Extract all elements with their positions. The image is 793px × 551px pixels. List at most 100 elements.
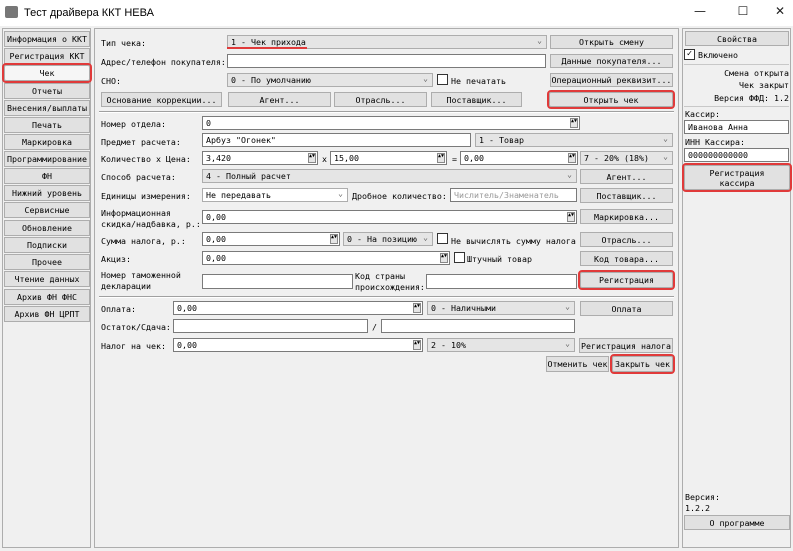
close-receipt-button[interactable]: Закрыть чек: [610, 354, 675, 374]
product-code-button[interactable]: Код товара...: [580, 251, 673, 266]
maximize-button[interactable]: ☐: [728, 4, 758, 22]
sidebar-item[interactable]: Обновление: [4, 220, 90, 236]
method-select[interactable]: 4 - Полный расчет ⌄: [202, 169, 577, 183]
country-label-2: происхождения:: [355, 282, 425, 292]
sidebar-item[interactable]: Отчеты: [4, 83, 90, 99]
payment-button[interactable]: Оплата: [580, 301, 673, 316]
sidebar-item[interactable]: ФН: [4, 168, 90, 184]
payment-label: Оплата:: [101, 304, 136, 314]
payment-input[interactable]: 0,00 ▲▼: [173, 301, 423, 315]
register-item-button[interactable]: Регистрация: [578, 270, 675, 290]
sum-input[interactable]: 0,00 ▲▼: [460, 151, 578, 165]
receipt-tax-label: Налог на чек:: [101, 341, 166, 351]
payment-type-select[interactable]: 0 - Наличными ⌄: [427, 301, 575, 315]
sidebar-item[interactable]: Архив ФН ЦРПТ: [4, 306, 90, 322]
receipt-type-label: Тип чека:: [101, 38, 146, 48]
spinner-icon[interactable]: ▲▼: [570, 118, 578, 128]
spinner-icon[interactable]: ▲▼: [567, 212, 575, 222]
quantity-value: 3,420: [206, 153, 231, 163]
tax-mode-select[interactable]: 0 - На позицию ⌄: [343, 232, 433, 246]
industry-button[interactable]: Отрасль...: [334, 92, 427, 107]
no-calc-tax-label: Не вычислять сумму налога: [451, 236, 576, 246]
quantity-input[interactable]: 3,420 ▲▼: [202, 151, 318, 165]
close-button[interactable]: ✕: [765, 4, 793, 22]
piece-checkbox[interactable]: [454, 252, 465, 263]
sno-select[interactable]: 0 - По умолчанию ⌄: [227, 73, 433, 87]
sidebar-item[interactable]: Печать: [4, 117, 90, 133]
sidebar-item[interactable]: Программирование: [4, 151, 90, 167]
sidebar-item[interactable]: Маркировка: [4, 134, 90, 150]
inn-input[interactable]: 000000000000: [684, 148, 789, 162]
sidebar-item[interactable]: Регистрация ККТ: [4, 48, 90, 64]
sidebar-item[interactable]: Прочее: [4, 254, 90, 270]
cancel-receipt-button[interactable]: Отменить чек: [546, 356, 609, 372]
sidebar-item[interactable]: Сервисные: [4, 202, 90, 218]
register-tax-button[interactable]: Регистрация налога: [579, 338, 673, 353]
price-value: 15,00: [334, 153, 359, 163]
no-calc-tax-checkbox[interactable]: [437, 233, 448, 244]
item-supplier-button[interactable]: Поставщик...: [580, 188, 673, 203]
discount-input[interactable]: 0,00 ▲▼: [202, 210, 577, 224]
sidebar-item[interactable]: Чек: [2, 63, 92, 83]
about-button[interactable]: О программе: [684, 515, 790, 530]
op-attribute-button[interactable]: Операционный реквизит...: [550, 73, 673, 87]
receipt-tax-input[interactable]: 0,00 ▲▼: [173, 338, 423, 352]
excise-input[interactable]: 0,00 ▲▼: [202, 251, 450, 265]
spinner-icon[interactable]: ▲▼: [308, 153, 316, 163]
properties-button[interactable]: Свойства: [685, 31, 789, 46]
country-input[interactable]: [426, 274, 577, 289]
spinner-icon[interactable]: ▲▼: [440, 253, 448, 263]
agent-button[interactable]: Агент...: [228, 92, 331, 107]
subject-type-select[interactable]: 1 - Товар ⌄: [475, 133, 673, 147]
country-label-1: Код страны: [355, 271, 405, 281]
chevron-down-icon: ⌄: [537, 36, 542, 45]
customs-label-2: декларации: [101, 281, 151, 291]
inn-label: ИНН Кассира:: [685, 137, 745, 147]
sidebar-item[interactable]: Архив ФН ФНС: [4, 289, 90, 305]
enabled-label: Включено: [698, 50, 738, 60]
tax-sum-input[interactable]: 0,00 ▲▼: [202, 232, 340, 246]
buyer-data-button[interactable]: Данные покупателя...: [550, 54, 673, 68]
item-agent-button[interactable]: Агент...: [580, 169, 673, 184]
sidebar-item[interactable]: Внесения/выплаты: [4, 100, 90, 116]
subject-label: Предмет расчета:: [101, 137, 181, 147]
payment-type-value: 0 - Наличными: [431, 303, 496, 313]
spinner-icon[interactable]: ▲▼: [330, 234, 338, 244]
sno-value: 0 - По умолчанию: [231, 75, 311, 85]
receipt-tax-type-value: 2 - 10%: [431, 340, 466, 350]
price-input[interactable]: 15,00 ▲▼: [330, 151, 447, 165]
units-select[interactable]: Не передавать ⌄: [202, 188, 348, 202]
supplier-button[interactable]: Поставщик...: [431, 92, 522, 107]
change-input[interactable]: [381, 319, 575, 333]
spinner-icon[interactable]: ▲▼: [568, 153, 576, 163]
open-receipt-button[interactable]: Открыть чек: [547, 90, 675, 109]
sidebar-item[interactable]: Подписки: [4, 237, 90, 253]
no-print-label: Не печатать: [451, 76, 506, 86]
sidebar-item[interactable]: Чтение данных: [4, 271, 90, 287]
item-industry-button[interactable]: Отрасль...: [580, 232, 673, 247]
spinner-icon[interactable]: ▲▼: [413, 303, 421, 313]
spinner-icon[interactable]: ▲▼: [413, 340, 421, 350]
vat-select[interactable]: 7 - 20% (18%) ⌄: [580, 151, 673, 165]
customs-input[interactable]: [202, 274, 353, 289]
register-cashier-button[interactable]: Регистрация кассира: [682, 163, 792, 192]
correction-basis-button[interactable]: Основание коррекции...: [101, 92, 222, 107]
dept-input[interactable]: 0 ▲▼: [202, 116, 580, 130]
customs-label-1: Номер таможенной: [101, 270, 181, 280]
cashier-input[interactable]: Иванова Анна: [684, 120, 789, 134]
fraction-input[interactable]: Числитель/Знаменатель: [450, 188, 577, 202]
marking-button[interactable]: Маркировка...: [580, 209, 673, 224]
sidebar-item[interactable]: Информация о ККТ: [4, 31, 90, 47]
buyer-input[interactable]: [227, 54, 546, 68]
open-shift-button[interactable]: Открыть смену: [550, 35, 673, 49]
no-print-checkbox[interactable]: [437, 74, 448, 85]
separator: [99, 296, 674, 298]
subject-input[interactable]: Арбуз "Огонек": [202, 133, 471, 147]
enabled-checkbox[interactable]: ✓: [684, 49, 695, 60]
receipt-tax-type-select[interactable]: 2 - 10% ⌄: [427, 338, 575, 352]
spinner-icon[interactable]: ▲▼: [437, 153, 445, 163]
sidebar-item[interactable]: Нижний уровень: [4, 185, 90, 201]
minimize-button[interactable]: —: [685, 4, 715, 22]
register-cashier-label-2: кассира: [719, 177, 755, 188]
remainder-input[interactable]: [173, 319, 368, 333]
